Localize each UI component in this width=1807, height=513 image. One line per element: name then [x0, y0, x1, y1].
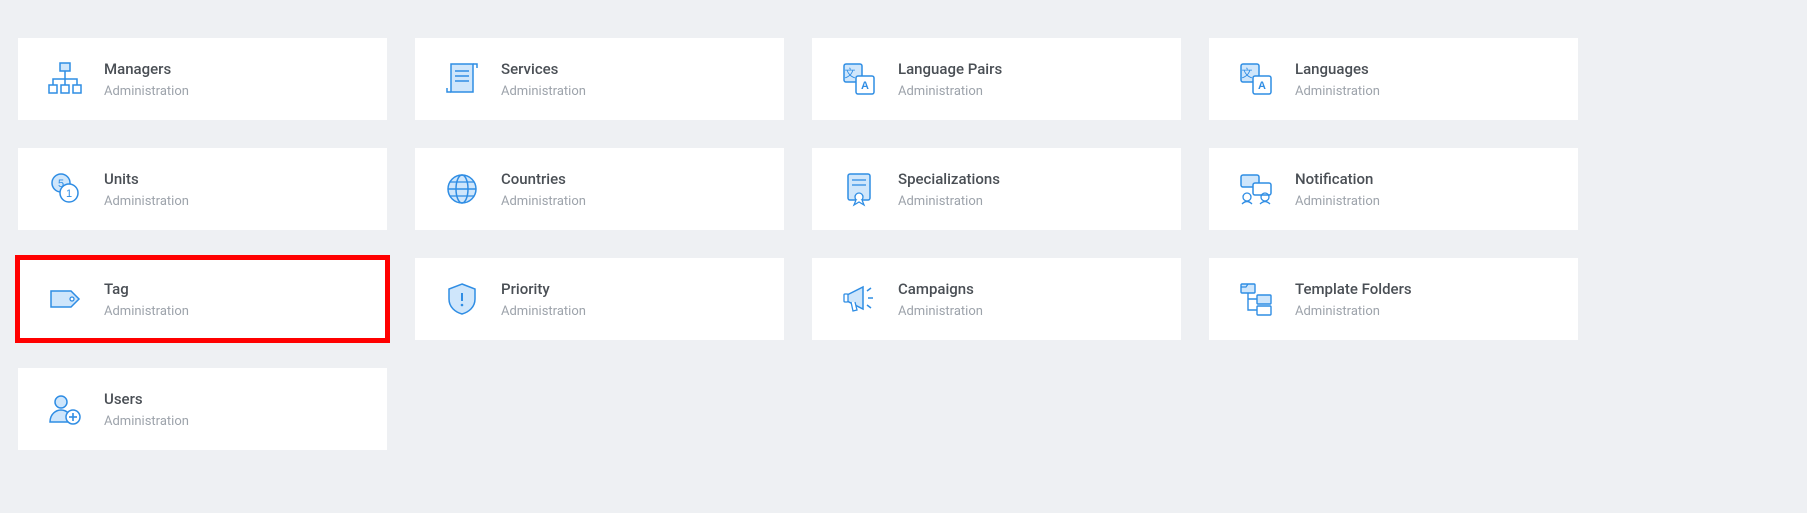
card-text: Specializations Administration: [898, 170, 1000, 209]
card-text: Services Administration: [501, 60, 586, 99]
card-title: Priority: [501, 280, 586, 298]
card-template-folders[interactable]: Template Folders Administration: [1209, 258, 1578, 340]
card-units[interactable]: Units Administration: [18, 148, 387, 230]
card-title: Specializations: [898, 170, 1000, 188]
card-managers[interactable]: Managers Administration: [18, 38, 387, 120]
card-subtitle: Administration: [501, 304, 586, 319]
card-title: Notification: [1295, 170, 1380, 188]
card-subtitle: Administration: [898, 194, 1000, 209]
card-specializations[interactable]: Specializations Administration: [812, 148, 1181, 230]
card-subtitle: Administration: [104, 304, 189, 319]
tag-icon: [40, 274, 90, 324]
card-subtitle: Administration: [104, 84, 189, 99]
card-title: Languages: [1295, 60, 1380, 78]
chat-icon: [1231, 164, 1281, 214]
card-title: Tag: [104, 280, 189, 298]
card-text: Languages Administration: [1295, 60, 1380, 99]
card-text: Notification Administration: [1295, 170, 1380, 209]
card-text: Countries Administration: [501, 170, 586, 209]
card-text: Priority Administration: [501, 280, 586, 319]
card-subtitle: Administration: [104, 194, 189, 209]
card-title: Managers: [104, 60, 189, 78]
card-title: Countries: [501, 170, 586, 188]
card-text: Units Administration: [104, 170, 189, 209]
card-priority[interactable]: Priority Administration: [415, 258, 784, 340]
card-text: Campaigns Administration: [898, 280, 983, 319]
card-text: Language Pairs Administration: [898, 60, 1002, 99]
card-subtitle: Administration: [1295, 304, 1412, 319]
card-subtitle: Administration: [1295, 194, 1380, 209]
card-notification[interactable]: Notification Administration: [1209, 148, 1578, 230]
card-text: Template Folders Administration: [1295, 280, 1412, 319]
translate-icon: [834, 54, 884, 104]
card-users[interactable]: Users Administration: [18, 368, 387, 450]
card-subtitle: Administration: [1295, 84, 1380, 99]
card-subtitle: Administration: [501, 194, 586, 209]
card-countries[interactable]: Countries Administration: [415, 148, 784, 230]
hierarchy-icon: [40, 54, 90, 104]
card-title: Campaigns: [898, 280, 983, 298]
shield-icon: [437, 274, 487, 324]
card-campaigns[interactable]: Campaigns Administration: [812, 258, 1181, 340]
card-subtitle: Administration: [898, 304, 983, 319]
user-plus-icon: [40, 384, 90, 434]
translate-icon: [1231, 54, 1281, 104]
card-subtitle: Administration: [104, 414, 189, 429]
card-text: Tag Administration: [104, 280, 189, 319]
card-text: Managers Administration: [104, 60, 189, 99]
scroll-icon: [437, 54, 487, 104]
folders-tree-icon: [1231, 274, 1281, 324]
card-language-pairs[interactable]: Language Pairs Administration: [812, 38, 1181, 120]
card-title: Language Pairs: [898, 60, 1002, 78]
card-text: Users Administration: [104, 390, 189, 429]
globe-icon: [437, 164, 487, 214]
card-subtitle: Administration: [501, 84, 586, 99]
admin-cards-grid: Managers Administration Services Administra…: [18, 38, 1578, 450]
card-subtitle: Administration: [898, 84, 1002, 99]
card-tag[interactable]: Tag Administration: [18, 258, 387, 340]
card-services[interactable]: Services Administration: [415, 38, 784, 120]
megaphone-icon: [834, 274, 884, 324]
card-title: Units: [104, 170, 189, 188]
card-title: Services: [501, 60, 586, 78]
certificate-icon: [834, 164, 884, 214]
coins-icon: [40, 164, 90, 214]
card-title: Template Folders: [1295, 280, 1412, 298]
card-title: Users: [104, 390, 189, 408]
card-languages[interactable]: Languages Administration: [1209, 38, 1578, 120]
